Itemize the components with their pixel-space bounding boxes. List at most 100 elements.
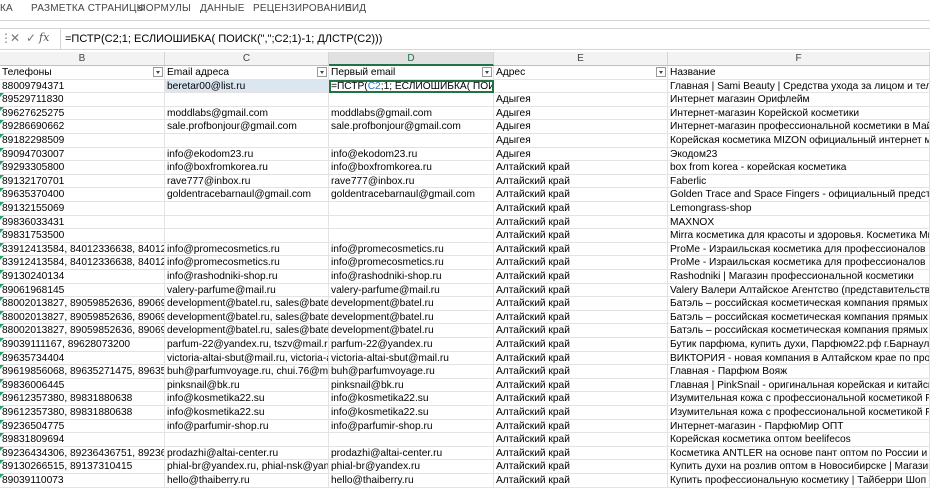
cell-b[interactable]: 89039111167, 89628073200 xyxy=(0,338,165,352)
cell-d[interactable]: moddlabs@gmail.com xyxy=(329,106,494,121)
cell-d[interactable]: development@batel.ru xyxy=(329,310,494,325)
cell-c[interactable] xyxy=(165,229,329,243)
cell-b[interactable]: 88009794371 xyxy=(0,79,165,94)
cell-d[interactable]: development@batel.ru xyxy=(329,297,494,311)
cell-f[interactable]: Mirra косметика для красоты и здоровья. … xyxy=(668,229,930,243)
cell-b[interactable]: 89061968145 xyxy=(0,283,165,298)
cell-d[interactable]: info@kosmetika22.su xyxy=(329,406,494,420)
cell-f[interactable]: Изумительная кожа с профессиональной кос… xyxy=(668,406,930,420)
cell-b[interactable]: 89619856068, 89635271475, 8963527164 xyxy=(0,365,165,379)
cell-c[interactable]: development@batel.ru, sales@batel.r xyxy=(165,297,329,311)
cell-c[interactable]: pinksnail@bk.ru xyxy=(165,378,329,393)
cell-f[interactable]: box from korea - корейская косметика xyxy=(668,161,930,175)
cell-d[interactable]: goldentracebarnaul@gmail.com xyxy=(329,188,494,202)
cell-f[interactable]: ProMe - Израильская косметика для профес… xyxy=(668,242,930,257)
cell-f[interactable]: Купить духи на розлив оптом в Новосибирс… xyxy=(668,460,930,474)
cell-e[interactable]: Алтайский край xyxy=(494,365,668,379)
cell-e[interactable]: Алтайский край xyxy=(494,229,668,243)
cell-b[interactable]: 89627625275 xyxy=(0,106,165,121)
cell-c[interactable]: info@boxfromkorea.ru xyxy=(165,161,329,175)
column-header-c[interactable]: C xyxy=(165,52,329,66)
cell-f[interactable]: Корейская косметика MIZON официальный ин… xyxy=(668,134,930,148)
cell-d[interactable]: parfum-22@yandex.ru xyxy=(329,338,494,352)
confirm-icon[interactable]: ✓ xyxy=(26,31,36,45)
tab-page-layout[interactable]: РАЗМЕТКА СТРАНИЦЫ xyxy=(31,3,146,14)
cell-c[interactable] xyxy=(165,215,329,230)
filter-dropdown-icon[interactable] xyxy=(317,67,327,77)
cell-f[interactable]: Главная - Парфюм Вояж xyxy=(668,365,930,379)
cell-e[interactable]: Алтайский край xyxy=(494,215,668,230)
cell-b[interactable]: 89039110073 xyxy=(0,474,165,488)
cell-c[interactable]: info@rashodniki-shop.ru xyxy=(165,270,329,284)
cell-e[interactable]: Алтайский край xyxy=(494,324,668,338)
cell-d[interactable]: development@batel.ru xyxy=(329,324,494,338)
cell-b[interactable]: 89132170701 xyxy=(0,174,165,189)
cell-e[interactable]: Алтайский край xyxy=(494,242,668,257)
formula-input[interactable]: =ПСТР(C2;1; ЕСЛИОШИБКА( ПОИСК(",";C2;1)-… xyxy=(60,29,925,49)
cell-f[interactable]: ВИКТОРИЯ - новая компания в Алтайском кр… xyxy=(668,351,930,366)
cell-c[interactable] xyxy=(165,134,329,148)
cell-f[interactable]: Главная | Sami Beauty | Средства ухода з… xyxy=(668,79,930,94)
cell-d[interactable] xyxy=(329,215,494,230)
cell-e[interactable]: Адыгея xyxy=(494,134,668,148)
cell-c[interactable]: moddlabs@gmail.com xyxy=(165,106,329,121)
cell-f[interactable]: MAXNOX xyxy=(668,215,930,230)
cell-f[interactable]: Батэль – российская косметическая компан… xyxy=(668,310,930,325)
cell-b[interactable]: 89612357380, 89831880638 xyxy=(0,392,165,406)
cell-b[interactable]: 89130266515, 89137310415 xyxy=(0,460,165,474)
cell-f[interactable]: Косметика ANTLER на основе пант оптом по… xyxy=(668,446,930,461)
active-cell-editor[interactable]: =ПСТР(C2;1; ЕСЛИОШИБКА( ПОИСК(",";C2;1)-… xyxy=(329,79,494,94)
cell-f[interactable]: Интернет магазин Орифлейм xyxy=(668,93,930,107)
cell-f[interactable]: Faberlic xyxy=(668,174,930,189)
cell-f[interactable]: Valery Валери Алтайское Агентство (предс… xyxy=(668,283,930,298)
cell-c[interactable] xyxy=(165,433,329,447)
cell-f[interactable]: Купить профессиональную косметику | Тайб… xyxy=(668,474,930,488)
cell-d[interactable]: buh@parfumvoyage.ru xyxy=(329,365,494,379)
cell-e[interactable]: Алтайский край xyxy=(494,161,668,175)
cell-d[interactable]: sale.profbonjour@gmail.com xyxy=(329,120,494,134)
cell-f[interactable]: Изумительная кожа с профессиональной кос… xyxy=(668,392,930,406)
cell-d[interactable] xyxy=(329,202,494,216)
header-cell-emails[interactable]: Email адреса xyxy=(165,66,329,80)
cell-e[interactable]: Алтайский край xyxy=(494,433,668,447)
cell-c[interactable]: info@promecosmetics.ru xyxy=(165,256,329,270)
cell-e[interactable]: Адыгея xyxy=(494,106,668,121)
cell-d[interactable]: info@rashodniki-shop.ru xyxy=(329,270,494,284)
tab-insert[interactable]: КА xyxy=(0,3,13,14)
tab-formulas[interactable]: ФОРМУЛЫ xyxy=(138,3,191,14)
cell-e[interactable]: Алтайский край xyxy=(494,460,668,474)
cell-b[interactable]: 83912413584, 84012336638, 8401233773 xyxy=(0,242,165,257)
cell-c[interactable]: buh@parfumvoyage.ru, chui.76@mail. xyxy=(165,365,329,379)
cell-e[interactable]: Алтайский край xyxy=(494,283,668,298)
cell-e[interactable]: Алтайский край xyxy=(494,406,668,420)
cancel-icon[interactable]: ✕ xyxy=(10,31,20,45)
cell-e[interactable]: Алтайский край xyxy=(494,378,668,393)
cell-b[interactable]: 89635370400 xyxy=(0,188,165,202)
cell-d[interactable] xyxy=(329,433,494,447)
cell-e[interactable]: Алтайский край xyxy=(494,202,668,216)
cell-e[interactable]: Алтайский край xyxy=(494,419,668,434)
cell-b[interactable]: 89831809694 xyxy=(0,433,165,447)
cell-c[interactable]: beretar00@list.ru xyxy=(165,79,329,94)
cell-b[interactable]: 89182298509 xyxy=(0,134,165,148)
cell-e[interactable]: Алтайский край xyxy=(494,310,668,325)
cell-b[interactable]: 89529711830 xyxy=(0,93,165,107)
cell-f[interactable]: Rashodniki | Магазин профессиональной ко… xyxy=(668,270,930,284)
cell-e[interactable]: Алтайский край xyxy=(494,174,668,189)
cell-e[interactable]: Адыгея xyxy=(494,120,668,134)
cell-f[interactable]: Батэль – российская косметическая компан… xyxy=(668,297,930,311)
cell-e[interactable]: Алтайский край xyxy=(494,474,668,488)
cell-b[interactable]: 89236434306, 89236436751, 8923643786 xyxy=(0,446,165,461)
cell-f[interactable]: Интернет-магазин Корейской косметики xyxy=(668,106,930,121)
cell-b[interactable]: 89130240134 xyxy=(0,270,165,284)
cell-c[interactable]: info@kosmetika22.su xyxy=(165,406,329,420)
tab-data[interactable]: ДАННЫЕ xyxy=(200,3,245,14)
cell-e[interactable]: Алтайский край xyxy=(494,270,668,284)
filter-dropdown-icon[interactable] xyxy=(656,67,666,77)
cell-c[interactable]: parfum-22@yandex.ru, tszv@mail.ru xyxy=(165,338,329,352)
cell-b[interactable]: 89836006445 xyxy=(0,378,165,393)
cell-f[interactable]: ProMe - Израильская косметика для профес… xyxy=(668,256,930,270)
cell-c[interactable]: phial-br@yandex.ru, phial-nsk@yande xyxy=(165,460,329,474)
header-cell-phones[interactable]: Телефоны xyxy=(0,66,165,80)
cell-d[interactable]: prodazhi@altai-center.ru xyxy=(329,446,494,461)
